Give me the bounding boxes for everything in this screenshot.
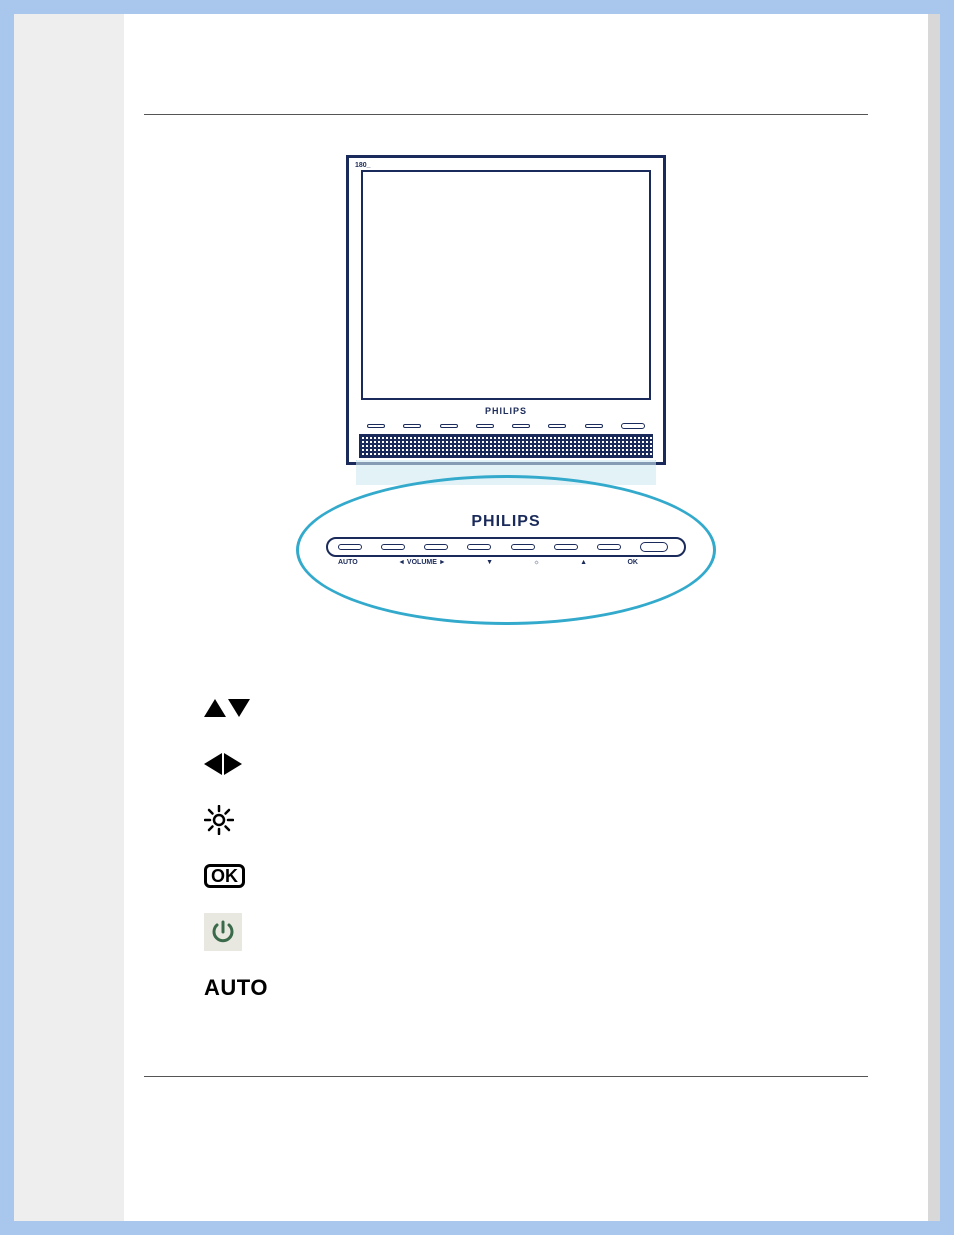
icon-row-power xyxy=(204,904,868,960)
monitor-small-btn xyxy=(548,424,566,428)
zoom-label-volume: ◄ VOLUME ► xyxy=(398,559,446,566)
monitor-small-btn xyxy=(403,424,421,428)
icon-row-ok: OK xyxy=(204,848,868,904)
monitor-brand-small: PHILIPS xyxy=(349,406,663,416)
zoom-buttons-row xyxy=(338,539,668,555)
zoom-btn-down xyxy=(467,544,491,550)
zoom-label-auto: AUTO xyxy=(338,559,358,566)
monitor-buttons-row xyxy=(367,422,645,430)
monitor-speaker-grill xyxy=(359,434,653,458)
triangle-right-icon xyxy=(224,753,242,775)
icon-row-brightness xyxy=(204,792,868,848)
zoom-btn-power xyxy=(640,542,668,552)
zoom-label-bright: ☼ xyxy=(533,559,539,566)
content-area: 180_ PHILIPS xyxy=(124,14,928,1221)
left-right-icon xyxy=(204,753,242,775)
zoom-label-ok: OK xyxy=(627,559,638,566)
zoom-btn-auto xyxy=(338,544,362,550)
monitor-brand-zoom: PHILIPS xyxy=(296,513,716,531)
monitor-small-btn xyxy=(476,424,494,428)
monitor-illustration: 180_ PHILIPS xyxy=(144,155,868,630)
brightness-icon xyxy=(204,805,234,835)
divider-bottom xyxy=(144,1076,868,1077)
power-icon xyxy=(204,913,242,951)
monitor-small-power xyxy=(621,423,645,429)
page-frame: 180_ PHILIPS xyxy=(14,14,940,1221)
triangle-up-icon xyxy=(204,699,226,717)
zoom-btn-bright xyxy=(511,544,535,550)
icon-row-leftright xyxy=(204,736,868,792)
zoom-label-down: ▼ xyxy=(486,559,493,566)
zoom-labels-row: AUTO ◄ VOLUME ► ▼ ☼ ▲ OK xyxy=(338,559,638,566)
zoom-label-up: ▲ xyxy=(580,559,587,566)
divider-top xyxy=(144,114,868,115)
monitor-small-btn xyxy=(367,424,385,428)
triangle-left-icon xyxy=(204,753,222,775)
left-margin xyxy=(14,14,124,1221)
up-down-icon xyxy=(204,699,250,717)
icon-row-auto: AUTO xyxy=(204,960,868,1016)
control-icon-list: OK AUTO xyxy=(204,680,868,1016)
monitor-screen xyxy=(361,170,651,400)
ok-icon: OK xyxy=(204,864,245,888)
zoom-btn-vol-up xyxy=(424,544,448,550)
monitor-small-btn xyxy=(440,424,458,428)
triangle-down-icon xyxy=(228,699,250,717)
monitor-small-btn xyxy=(512,424,530,428)
illustration-container: 180_ PHILIPS xyxy=(296,155,716,625)
zoom-btn-up xyxy=(554,544,578,550)
zoom-btn-ok xyxy=(597,544,621,550)
auto-label: AUTO xyxy=(204,975,268,1001)
right-edge xyxy=(928,14,940,1221)
zoom-btn-vol-down xyxy=(381,544,405,550)
monitor-outer-frame: 180_ PHILIPS xyxy=(346,155,666,465)
icon-row-updown xyxy=(204,680,868,736)
monitor-model-label: 180_ xyxy=(355,162,371,169)
monitor-small-btn xyxy=(585,424,603,428)
